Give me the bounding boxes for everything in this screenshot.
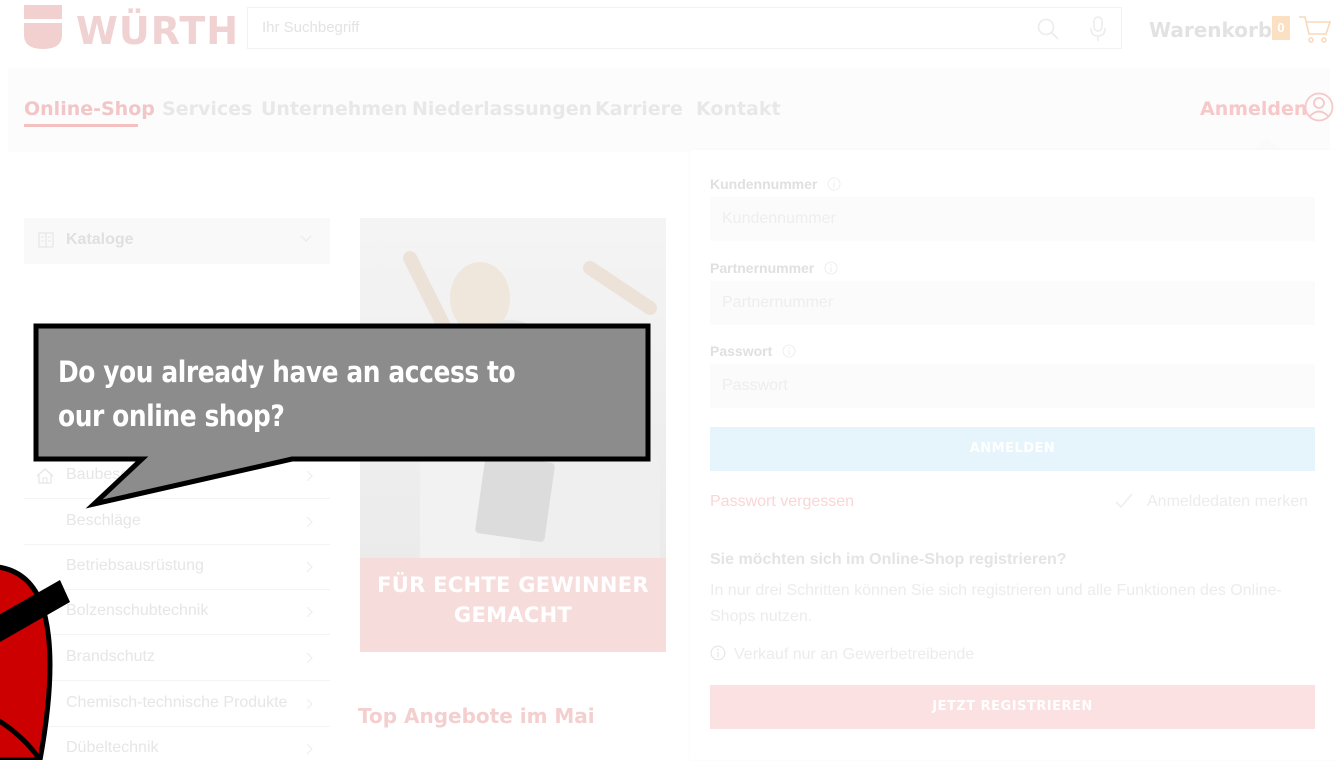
top-offers-heading: Top Angebote im Mai — [358, 704, 595, 728]
category-label: Betriebsausrüstung — [66, 557, 204, 574]
wurth-logo-icon — [24, 5, 62, 49]
promo-caption-line1: FÜR ECHTE GEWINNER — [377, 573, 649, 597]
nav-active-indicator — [24, 124, 138, 127]
nav-niederlassungen[interactable]: Niederlassungen — [412, 98, 592, 120]
register-button[interactable]: JETZT REGISTRIEREN — [710, 685, 1315, 729]
category-label: Chemisch-technische Produkte — [66, 694, 288, 711]
search-bar — [247, 7, 1122, 49]
password-input[interactable] — [710, 364, 1315, 408]
nav-online-shop[interactable]: Online-Shop — [24, 98, 155, 120]
brand-name: WÜRTH — [76, 9, 240, 53]
user-account-icon[interactable] — [1304, 92, 1334, 122]
chevron-right-icon — [306, 652, 313, 664]
partner-number-input[interactable] — [710, 281, 1315, 325]
login-panel-pointer — [1253, 138, 1281, 150]
microphone-icon[interactable] — [1088, 16, 1108, 42]
password-label: Passwort — [710, 343, 796, 359]
info-icon[interactable] — [824, 261, 838, 275]
chevron-right-icon — [306, 698, 313, 710]
remember-login-label[interactable]: Anmeldedaten merken — [1147, 493, 1308, 511]
sale-note-text: Verkauf nur an Gewerbetreibende — [734, 646, 975, 663]
search-icon[interactable] — [1036, 17, 1060, 41]
nav-kontakt[interactable]: Kontakt — [696, 98, 781, 120]
category-label: Beschläge — [66, 512, 141, 529]
nav-unternehmen[interactable]: Unternehmen — [261, 98, 407, 120]
chevron-right-icon — [306, 516, 313, 528]
catalog-book-icon — [38, 232, 54, 248]
wurth-logo[interactable]: WÜRTH — [24, 5, 238, 53]
info-icon — [710, 645, 726, 661]
promo-caption-line2: GEMACHT — [453, 603, 573, 627]
nav-services[interactable]: Services — [162, 98, 252, 120]
cart-link[interactable]: Warenkorb — [1149, 18, 1272, 42]
customer-number-label: Kundennummer — [710, 176, 841, 192]
catalog-label: Kataloge — [66, 231, 134, 248]
header: WÜRTH Warenkorb 0 — [0, 0, 1338, 62]
customer-number-input[interactable] — [710, 197, 1315, 241]
partner-number-label: Partnernummer — [710, 260, 838, 276]
partner-number-label-text: Partnernummer — [710, 260, 815, 276]
speech-bubble-text: Do you already have an access to our onl… — [58, 355, 516, 433]
category-label: Bolzenschubtechnik — [66, 602, 209, 619]
login-button[interactable]: ANMELDEN — [710, 427, 1315, 471]
register-heading: Sie möchten sich im Online-Shop registri… — [710, 551, 1067, 568]
password-label-text: Passwort — [710, 343, 773, 359]
chevron-down-icon — [300, 235, 312, 242]
info-icon[interactable] — [782, 344, 796, 358]
promo-caption: FÜR ECHTE GEWINNER GEMACHT — [360, 570, 666, 630]
nav-karriere[interactable]: Karriere — [595, 98, 683, 120]
shopping-cart-icon[interactable] — [1298, 14, 1332, 44]
main-nav: Online-Shop Services Unternehmen Niederl… — [8, 68, 1334, 152]
forgot-password-link[interactable]: Passwort vergessen — [710, 493, 854, 511]
customer-number-label-text: Kundennummer — [710, 176, 818, 192]
checkmark-icon[interactable] — [1114, 492, 1134, 510]
chevron-right-icon — [306, 606, 313, 618]
catalog-dropdown[interactable]: Kataloge — [24, 218, 330, 264]
cart-count-badge: 0 — [1272, 16, 1290, 40]
search-input[interactable] — [260, 18, 964, 37]
register-description: In nur drei Schritten können Sie sich re… — [710, 582, 1282, 625]
login-link[interactable]: Anmelden — [1200, 98, 1307, 120]
promo-caption-band: FÜR ECHTE GEWINNER GEMACHT — [360, 558, 666, 652]
info-icon[interactable] — [827, 177, 841, 191]
login-panel: Kundennummer Partnernummer Passwort ANME… — [690, 150, 1338, 760]
chevron-right-icon — [306, 561, 313, 573]
chevron-right-icon — [306, 743, 313, 755]
stop-hand-icon — [0, 564, 70, 760]
sale-note: Verkauf nur an Gewerbetreibende — [710, 645, 974, 664]
